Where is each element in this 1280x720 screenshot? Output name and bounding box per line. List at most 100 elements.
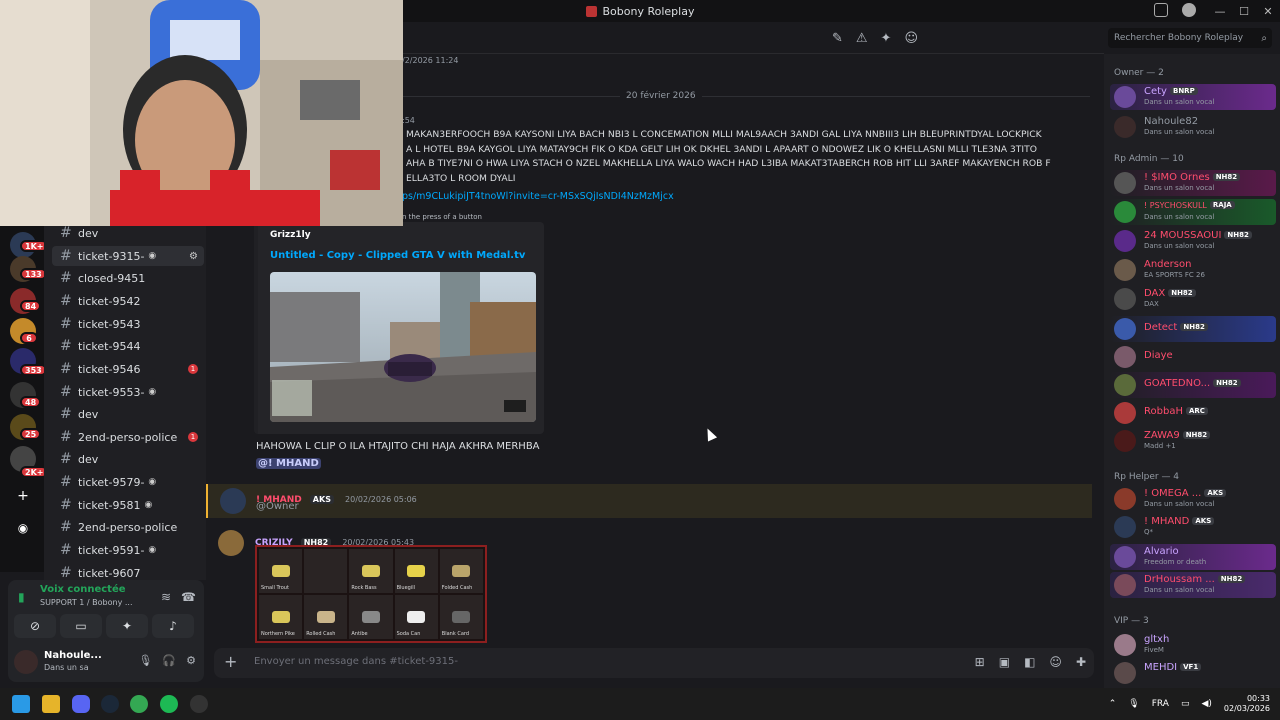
channel-item[interactable]: # ticket-9543 [52, 314, 204, 334]
windows-start-icon[interactable] [12, 695, 30, 713]
embed-video-thumbnail[interactable] [270, 272, 536, 422]
add-server-button[interactable]: + [13, 486, 33, 506]
can-icon [407, 611, 426, 623]
member-item[interactable]: gltxh FiveM [1110, 632, 1276, 658]
avatar[interactable] [14, 650, 38, 674]
member-item[interactable]: Nahoule82 Dans un salon vocal [1110, 114, 1276, 140]
volume-icon[interactable]: ◀) [1201, 699, 1211, 709]
discord-icon[interactable] [72, 695, 90, 713]
network-icon[interactable]: ▭ [1181, 699, 1190, 709]
file-explorer-icon[interactable] [42, 695, 60, 713]
channel-item[interactable]: # ticket-9546 1 [52, 359, 204, 379]
inventory-slot: Folded Cash [439, 549, 483, 593]
member-item[interactable]: ! PSYCHOSKULL RAJA Dans un salon vocal [1110, 199, 1276, 225]
microphone-icon[interactable]: 🎙 [138, 654, 152, 667]
member-item[interactable]: Diaye [1110, 344, 1276, 370]
screen-share-button[interactable]: ▭ [60, 614, 102, 638]
avatar[interactable] [220, 488, 246, 514]
member-item[interactable]: DAX NH82 DAX [1110, 286, 1276, 312]
member-item[interactable]: Anderson EA SPORTS FC 26 [1110, 257, 1276, 283]
disconnect-icon[interactable]: ☎ [181, 590, 196, 604]
members-icon[interactable]: ☺ [904, 31, 918, 46]
emoji-picker-icon[interactable]: ☺ [1049, 655, 1062, 669]
user-status: Dans un sa [44, 663, 89, 672]
threads-icon[interactable]: ✎ [832, 31, 843, 46]
member-item[interactable]: MEHDI VF1 [1110, 660, 1276, 686]
gif-icon[interactable]: ▣ [999, 655, 1010, 669]
channel-item[interactable]: # dev [52, 404, 204, 424]
member-item[interactable]: DrHoussam ... NH82 Dans un salon vocal [1110, 572, 1276, 598]
camera-off-button[interactable]: ⊘ [14, 614, 56, 638]
channel-item[interactable]: # ticket-9581 ◉ [52, 495, 204, 515]
pin-icon[interactable]: ✦ [881, 31, 892, 46]
member-item[interactable]: Detect NH82 [1110, 316, 1276, 342]
header-icons: ✎ ⚠ ✦ ☺ [832, 31, 918, 46]
embed-author[interactable]: Grizz1ly [270, 230, 311, 240]
soundboard-button[interactable]: ♪ [152, 614, 194, 638]
member-item[interactable]: ! $IMO Ornes NH82 Dans un salon vocal [1110, 170, 1276, 196]
member-item[interactable]: ZAWA9 NH82 Madd +1 [1110, 428, 1276, 454]
settings-icon[interactable]: ⚙ [186, 654, 196, 667]
attach-plus-icon[interactable]: + [224, 652, 237, 671]
inventory-image[interactable]: Small Trout Rock Bass Bluegill Folded Ca… [255, 545, 487, 643]
sticker-icon[interactable]: ◧ [1024, 655, 1035, 669]
channel-item[interactable]: # dev [52, 226, 204, 243]
voice-channel-name[interactable]: SUPPORT 1 / Bobony ... [40, 598, 133, 607]
channel-item[interactable]: # dev [52, 449, 204, 469]
notifications-icon[interactable]: ⚠ [856, 31, 868, 46]
channel-item[interactable]: #2end-perso-police 1 [52, 427, 204, 447]
member-name: Detect NH82 [1144, 322, 1208, 333]
member-status: Dans un salon vocal [1144, 213, 1215, 221]
steam-icon[interactable] [101, 695, 119, 713]
member-item[interactable]: ! MHAND AKS Q* [1110, 514, 1276, 540]
gift-icon[interactable]: ⊞ [975, 655, 985, 669]
headphones-icon[interactable]: 🎧 [162, 654, 176, 667]
tray-chevron-icon[interactable]: ⌃ [1109, 699, 1117, 709]
role-mention[interactable]: @Owner [256, 501, 299, 512]
channel-settings-icon[interactable]: ⚙ [189, 251, 198, 262]
chrome-icon[interactable] [130, 695, 148, 713]
member-item[interactable]: RobbaH ARC [1110, 400, 1276, 426]
noise-suppression-icon[interactable]: ≋ [161, 590, 171, 604]
channel-item[interactable]: # closed-9451 [52, 268, 204, 288]
member-item[interactable]: ! OMEGA ... AKS Dans un salon vocal [1110, 486, 1276, 512]
discord-window: Bobony Roleplay — ☐ ✕ 1K+ 133 84 6 353 4… [0, 0, 1280, 688]
channel-item[interactable]: # ticket-9591- ◉ [52, 540, 204, 560]
user-panel: Nahoule... Dans un sa 🎙 🎧 ⚙ [12, 648, 200, 678]
explore-icon[interactable]: ◉ [13, 518, 33, 538]
member-status: Dans un salon vocal [1144, 98, 1215, 106]
minimize-button[interactable]: — [1208, 0, 1232, 22]
microphone-icon[interactable]: 🎙 [1128, 699, 1139, 709]
spotify-icon[interactable] [160, 695, 178, 713]
inbox-icon[interactable] [1154, 3, 1168, 17]
member-status: Dans un salon vocal [1144, 128, 1215, 136]
member-name: MEHDI VF1 [1144, 662, 1202, 673]
close-button[interactable]: ✕ [1256, 0, 1280, 22]
member-item[interactable]: Cety BNRP Dans un salon vocal [1110, 84, 1276, 110]
app-logo-icon [585, 5, 597, 17]
apps-icon[interactable]: ✚ [1076, 655, 1086, 669]
channel-item[interactable]: # ticket-9579- ◉ [52, 472, 204, 492]
channel-item[interactable]: # ticket-9607 [52, 563, 204, 580]
search-input[interactable]: Rechercher Bobony Roleplay ⌕ [1108, 28, 1272, 48]
member-item[interactable]: GOATEDNO... NH82 [1110, 372, 1276, 398]
embed-title[interactable]: Untitled - Copy - Clipped GTA V with Med… [270, 250, 525, 261]
avatar[interactable] [218, 530, 244, 556]
help-icon[interactable] [1182, 3, 1196, 17]
channel-item[interactable]: #2end-perso-police [52, 517, 204, 537]
maximize-button[interactable]: ☐ [1232, 0, 1256, 22]
language-indicator[interactable]: FRA [1152, 699, 1169, 709]
member-item[interactable]: 24 MOUSSAOUI NH82 Dans un salon vocal [1110, 228, 1276, 254]
channel-item[interactable]: # ticket-9553- ◉ [52, 382, 204, 402]
user-mention[interactable]: @! MHAND [256, 458, 321, 469]
message-link[interactable]: ps/m9CLukipiJT4tnoWl?invite=cr-MSxSQjIsN… [402, 191, 674, 202]
channel-item[interactable]: # ticket-9544 [52, 336, 204, 356]
message-composer[interactable]: + Envoyer un message dans #ticket-9315- … [214, 648, 1094, 678]
app-icon[interactable] [190, 695, 208, 713]
clock[interactable]: 00:33 02/03/2026 [1224, 694, 1270, 714]
member-item[interactable]: Alvario Freedom or death [1110, 544, 1276, 570]
channel-item-active[interactable]: # ticket-9315- ◉ ⚙ [52, 246, 204, 266]
cash-icon [452, 565, 471, 577]
channel-item[interactable]: # ticket-9542 [52, 291, 204, 311]
activities-button[interactable]: ✦ [106, 614, 148, 638]
